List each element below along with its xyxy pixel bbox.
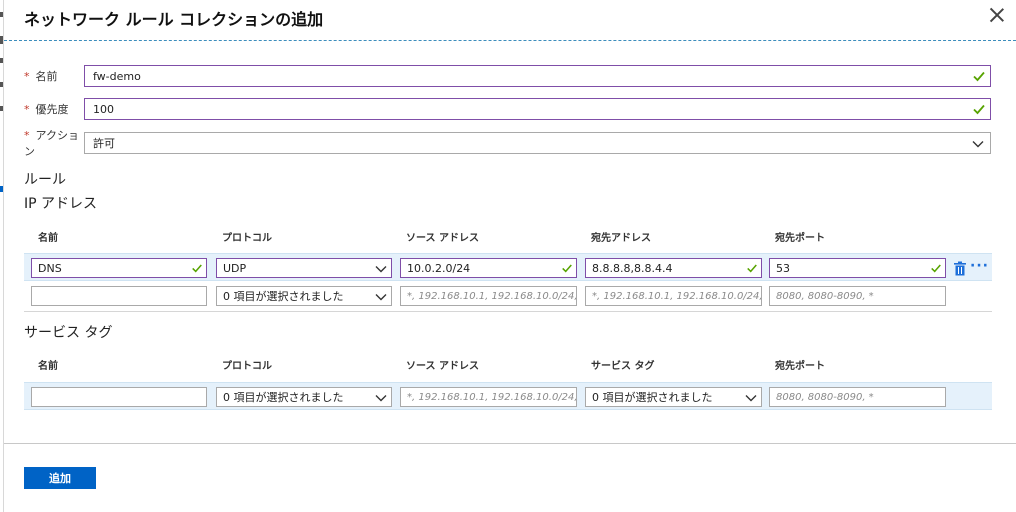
action-select[interactable]: 許可 xyxy=(84,132,991,154)
check-icon xyxy=(931,264,941,273)
rule-port-input[interactable]: 53 xyxy=(769,258,946,278)
col-header-name: 名前 xyxy=(38,361,58,372)
service-rule-source-input[interactable]: *, 192.168.10.1, 192.168.10.0/24,... xyxy=(400,387,577,407)
edge-mark xyxy=(0,186,3,192)
chevron-down-icon xyxy=(375,294,387,301)
rule-destination-input[interactable]: 8.8.8.8,8.8.4.4 xyxy=(585,258,762,278)
check-icon xyxy=(973,104,985,115)
service-rule-protocol-select[interactable]: 0 項目が選択されました xyxy=(216,387,392,407)
edge-mark xyxy=(0,82,3,87)
check-icon xyxy=(747,264,757,273)
edge-mark xyxy=(0,106,3,111)
rule-protocol-select[interactable]: UDP xyxy=(216,258,392,278)
required-mark: * xyxy=(24,103,30,116)
ip-rule-row: DNS UDP 10.0.2.0/24 8.8.8.8,8.8.4.4 53 ·… xyxy=(24,253,992,281)
name-label: 名前 xyxy=(35,70,58,83)
col-header-destination: 宛先アドレス xyxy=(591,233,651,244)
rule-source-input[interactable]: 10.0.2.0/24 xyxy=(400,258,577,278)
more-options-icon[interactable]: ··· xyxy=(970,258,989,274)
rule-port-input[interactable]: 8080, 8080-8090, * xyxy=(769,286,946,306)
panel-title: ネットワーク ルール コレクションの追加 xyxy=(24,10,324,29)
add-button[interactable]: 追加 xyxy=(24,467,96,489)
service-rule-row: 0 項目が選択されました *, 192.168.10.1, 192.168.10… xyxy=(24,382,992,410)
col-header-service-tag: サービス タグ xyxy=(591,361,655,372)
chevron-down-icon xyxy=(375,395,387,402)
rule-name-input[interactable] xyxy=(31,286,207,306)
col-header-port: 宛先ポート xyxy=(775,361,825,372)
service-rule-name-input[interactable] xyxy=(31,387,207,407)
col-header-protocol: プロトコル xyxy=(222,361,272,372)
name-input[interactable]: fw-demo xyxy=(84,65,991,87)
edge-mark xyxy=(0,12,3,17)
ip-address-heading: IP アドレス xyxy=(24,196,98,212)
col-header-source: ソース アドレス xyxy=(406,233,479,244)
rule-destination-input[interactable]: *, 192.168.10.1, 192.168.10.0/24,... xyxy=(585,286,762,306)
ip-rule-row-empty: 0 項目が選択されました *, 192.168.10.1, 192.168.10… xyxy=(24,282,992,310)
edge-mark xyxy=(0,36,3,44)
priority-input[interactable]: 100 xyxy=(84,98,991,120)
required-mark: * xyxy=(24,129,30,142)
header-divider xyxy=(4,40,1016,41)
chevron-down-icon xyxy=(972,141,984,148)
rule-protocol-select[interactable]: 0 項目が選択されました xyxy=(216,286,392,306)
rule-source-input[interactable]: *, 192.168.10.1, 192.168.10.0/24,... xyxy=(400,286,577,306)
priority-label: 優先度 xyxy=(35,103,69,116)
check-icon xyxy=(562,264,572,273)
required-mark: * xyxy=(24,70,30,83)
footer-divider xyxy=(4,443,1016,444)
service-rule-port-input[interactable]: 8080, 8080-8090, * xyxy=(769,387,946,407)
col-header-protocol: プロトコル xyxy=(222,233,272,244)
rule-name-input[interactable]: DNS xyxy=(31,258,207,278)
priority-row: * 優先度 xyxy=(24,98,84,120)
rules-heading: ルール xyxy=(24,172,66,188)
service-tag-select[interactable]: 0 項目が選択されました xyxy=(585,387,762,407)
col-header-port: 宛先ポート xyxy=(775,233,825,244)
action-label: アクション xyxy=(24,129,79,158)
check-icon xyxy=(192,264,202,273)
chevron-down-icon xyxy=(375,266,387,273)
row-divider xyxy=(24,311,992,312)
col-header-name: 名前 xyxy=(38,233,58,244)
close-icon[interactable] xyxy=(988,6,1006,24)
add-network-rule-collection-panel: ネットワーク ルール コレクションの追加 * 名前 fw-demo * 優先度 10… xyxy=(4,0,1016,512)
action-row: * アクション xyxy=(24,129,84,158)
trash-icon[interactable] xyxy=(953,261,967,277)
chevron-down-icon xyxy=(745,395,757,402)
check-icon xyxy=(973,71,985,82)
col-header-source: ソース アドレス xyxy=(406,361,479,372)
edge-mark xyxy=(0,58,3,63)
name-row: * 名前 xyxy=(24,65,84,87)
service-tag-heading: サービス タグ xyxy=(24,325,113,341)
